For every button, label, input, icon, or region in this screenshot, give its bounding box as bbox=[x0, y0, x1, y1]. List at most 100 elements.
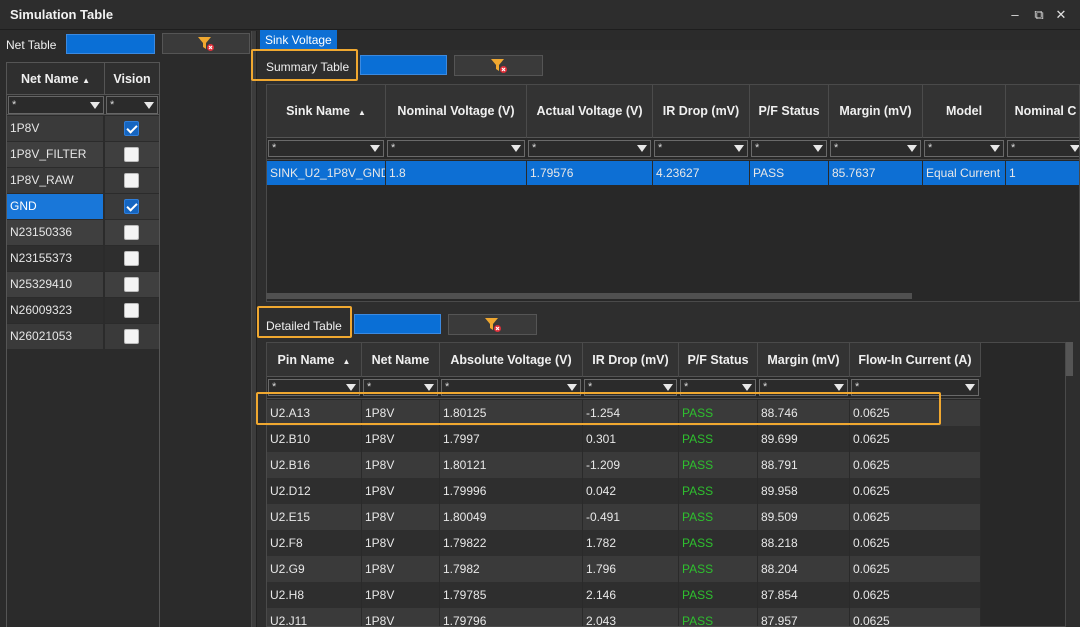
summary_table-column-filter[interactable]: * bbox=[268, 140, 384, 157]
detailed_table-row[interactable]: U2.F8 1P8V 1.79822 1.782 PASS 88.218 0.0625 bbox=[267, 530, 981, 556]
vision-checkbox[interactable] bbox=[124, 199, 139, 214]
summary_table-header-cell[interactable]: Nominal Voltage (V) bbox=[386, 85, 527, 138]
vision-checkbox[interactable] bbox=[124, 251, 139, 266]
tab-sink-voltage[interactable]: Sink Voltage bbox=[260, 30, 337, 50]
summary_table-header-cell[interactable]: Actual Voltage (V) bbox=[527, 85, 653, 138]
net-table-row[interactable]: GND bbox=[7, 194, 159, 220]
detailed_table-row[interactable]: U2.D12 1P8V 1.79996 0.042 PASS 89.958 0.0625 bbox=[267, 478, 981, 504]
net-name-filter[interactable]: * bbox=[8, 96, 104, 114]
summary_table-header-cell[interactable]: Nominal C bbox=[1006, 85, 1079, 138]
detailed_table-row[interactable]: U2.E15 1P8V 1.80049 -0.491 PASS 89.509 0.0625 bbox=[267, 504, 981, 530]
summary_table-cell: 1.79576 bbox=[527, 161, 653, 185]
vision-checkbox[interactable] bbox=[124, 147, 139, 162]
restore-button[interactable]: ⧉ bbox=[1030, 6, 1048, 24]
summary_table-header-cell[interactable]: Model bbox=[923, 85, 1006, 138]
vision-checkbox[interactable] bbox=[124, 121, 139, 136]
detailed_table-cell: 1P8V bbox=[362, 452, 440, 478]
detailed_table-row[interactable]: U2.B10 1P8V 1.7997 0.301 PASS 89.699 0.0625 bbox=[267, 426, 981, 452]
chevron-down-icon bbox=[346, 384, 356, 391]
vision-checkbox[interactable] bbox=[124, 225, 139, 240]
detailed_table-cell: PASS bbox=[679, 530, 758, 556]
summary_table-cell: 1 bbox=[1006, 161, 1079, 185]
vision-checkbox[interactable] bbox=[124, 303, 139, 318]
vision-cell bbox=[105, 220, 159, 245]
detailed_table-header-cell[interactable]: Pin Name ▲ bbox=[267, 343, 362, 377]
minimize-button[interactable]: – bbox=[1006, 6, 1024, 24]
vision-filter[interactable]: * bbox=[106, 96, 158, 114]
detailed_table-cell: 0.0625 bbox=[850, 504, 981, 530]
chevron-down-icon bbox=[734, 145, 744, 152]
summary_table-column-filter[interactable]: * bbox=[924, 140, 1004, 157]
funnel-clear-icon bbox=[484, 317, 501, 332]
chevron-down-icon bbox=[907, 145, 917, 152]
summary_table-column-filter[interactable]: * bbox=[751, 140, 827, 157]
detailed_table-row[interactable]: U2.B16 1P8V 1.80121 -1.209 PASS 88.791 0.0625 bbox=[267, 452, 981, 478]
net-table-row[interactable]: N25329410 bbox=[7, 272, 159, 298]
summary_table-column-filter[interactable]: * bbox=[387, 140, 525, 157]
summary-table-clear-filter-button[interactable] bbox=[454, 55, 543, 76]
summary_table-header-cell[interactable]: Margin (mV) bbox=[829, 85, 923, 138]
detailed_table-cell: 1.80121 bbox=[440, 452, 583, 478]
detailed-row-highlight bbox=[256, 392, 941, 425]
detailed_table-header-cell[interactable]: P/F Status bbox=[679, 343, 758, 377]
detailed_table-row[interactable]: U2.H8 1P8V 1.79785 2.146 PASS 87.854 0.0625 bbox=[267, 582, 981, 608]
vision-header[interactable]: Vision bbox=[105, 63, 159, 95]
net-table-panel: Net Table Net Name ▲ Vision * * 1P8V 1P8V… bbox=[0, 31, 251, 627]
summary-table-hscrollbar[interactable] bbox=[266, 293, 912, 299]
detailed_table-row[interactable]: U2.J11 1P8V 1.79796 2.043 PASS 87.957 0.0625 bbox=[267, 608, 981, 626]
detailed_table-header-cell[interactable]: Absolute Voltage (V) bbox=[440, 343, 583, 377]
sort-asc-icon: ▲ bbox=[358, 108, 366, 117]
net-name-cell: N23150336 bbox=[7, 220, 104, 245]
summary-table-search-box[interactable] bbox=[360, 55, 447, 75]
summary_table-header-cell[interactable]: P/F Status bbox=[750, 85, 829, 138]
vision-checkbox[interactable] bbox=[124, 277, 139, 292]
net-table-search-box[interactable] bbox=[66, 34, 155, 54]
detailed-table-vscrollbar[interactable] bbox=[1066, 342, 1073, 376]
detailed_table-cell: 1P8V bbox=[362, 608, 440, 626]
chevron-down-icon bbox=[965, 384, 975, 391]
summary_table-cell: PASS bbox=[750, 161, 829, 185]
detailed_table-header-cell[interactable]: IR Drop (mV) bbox=[583, 343, 679, 377]
chevron-down-icon bbox=[813, 145, 823, 152]
close-button[interactable]: ✕ bbox=[1052, 6, 1070, 24]
summary_table-column-filter[interactable]: * bbox=[830, 140, 921, 157]
detailed_table-cell: 1.796 bbox=[583, 556, 679, 582]
net-table-row[interactable]: N23150336 bbox=[7, 220, 159, 246]
detailed_table-cell: U2.E15 bbox=[267, 504, 362, 530]
summary_table-cell: Equal Current bbox=[923, 161, 1006, 185]
summary_table-cell: 1.8 bbox=[386, 161, 527, 185]
vision-checkbox[interactable] bbox=[124, 173, 139, 188]
summary_table-cell: 4.23627 bbox=[653, 161, 750, 185]
summary_table-column-filter[interactable]: * bbox=[528, 140, 651, 157]
summary_table-column-filter[interactable]: * bbox=[1007, 140, 1079, 157]
net-name-header[interactable]: Net Name ▲ bbox=[7, 63, 105, 95]
summary_table-header-cell[interactable]: IR Drop (mV) bbox=[653, 85, 750, 138]
detailed_table-cell: 0.0625 bbox=[850, 608, 981, 626]
net-table-grid: Net Name ▲ Vision * * 1P8V 1P8V_FILTER 1P8… bbox=[6, 62, 160, 627]
net-table-label: Net Table bbox=[6, 38, 57, 52]
detailed_table-header-cell[interactable]: Margin (mV) bbox=[758, 343, 850, 377]
vision-checkbox[interactable] bbox=[124, 329, 139, 344]
detailed_table-cell: PASS bbox=[679, 556, 758, 582]
detailed-table-grid: Pin Name ▲ Net Name Absolute Voltage (V) IR … bbox=[266, 342, 1066, 627]
net-table-clear-filter-button[interactable] bbox=[162, 33, 250, 54]
detailed_table-header-cell[interactable]: Flow-In Current (A) bbox=[850, 343, 981, 377]
chevron-down-icon bbox=[511, 145, 521, 152]
detailed-table-search-box[interactable] bbox=[354, 314, 441, 334]
summary_table-column-filter[interactable]: * bbox=[654, 140, 748, 157]
detailed_table-cell: 0.0625 bbox=[850, 426, 981, 452]
summary_table-row[interactable]: SINK_U2_1P8V_GND 1.8 1.79576 4.23627 PASS 85.… bbox=[267, 161, 1079, 185]
net-table-row[interactable]: 1P8V_FILTER bbox=[7, 142, 159, 168]
detailed_table-cell: 1P8V bbox=[362, 556, 440, 582]
detailed_table-header-cell[interactable]: Net Name bbox=[362, 343, 440, 377]
net-table-row[interactable]: N26021053 bbox=[7, 324, 159, 350]
net-table-row[interactable]: N23155373 bbox=[7, 246, 159, 272]
detailed_table-cell: 0.0625 bbox=[850, 478, 981, 504]
detailed_table-row[interactable]: U2.G9 1P8V 1.7982 1.796 PASS 88.204 0.0625 bbox=[267, 556, 981, 582]
detailed_table-cell: PASS bbox=[679, 452, 758, 478]
net-table-row[interactable]: N26009323 bbox=[7, 298, 159, 324]
detailed-table-clear-filter-button[interactable] bbox=[448, 314, 537, 335]
summary_table-header-cell[interactable]: Sink Name ▲ bbox=[267, 85, 386, 138]
net-table-row[interactable]: 1P8V bbox=[7, 116, 159, 142]
net-table-row[interactable]: 1P8V_RAW bbox=[7, 168, 159, 194]
